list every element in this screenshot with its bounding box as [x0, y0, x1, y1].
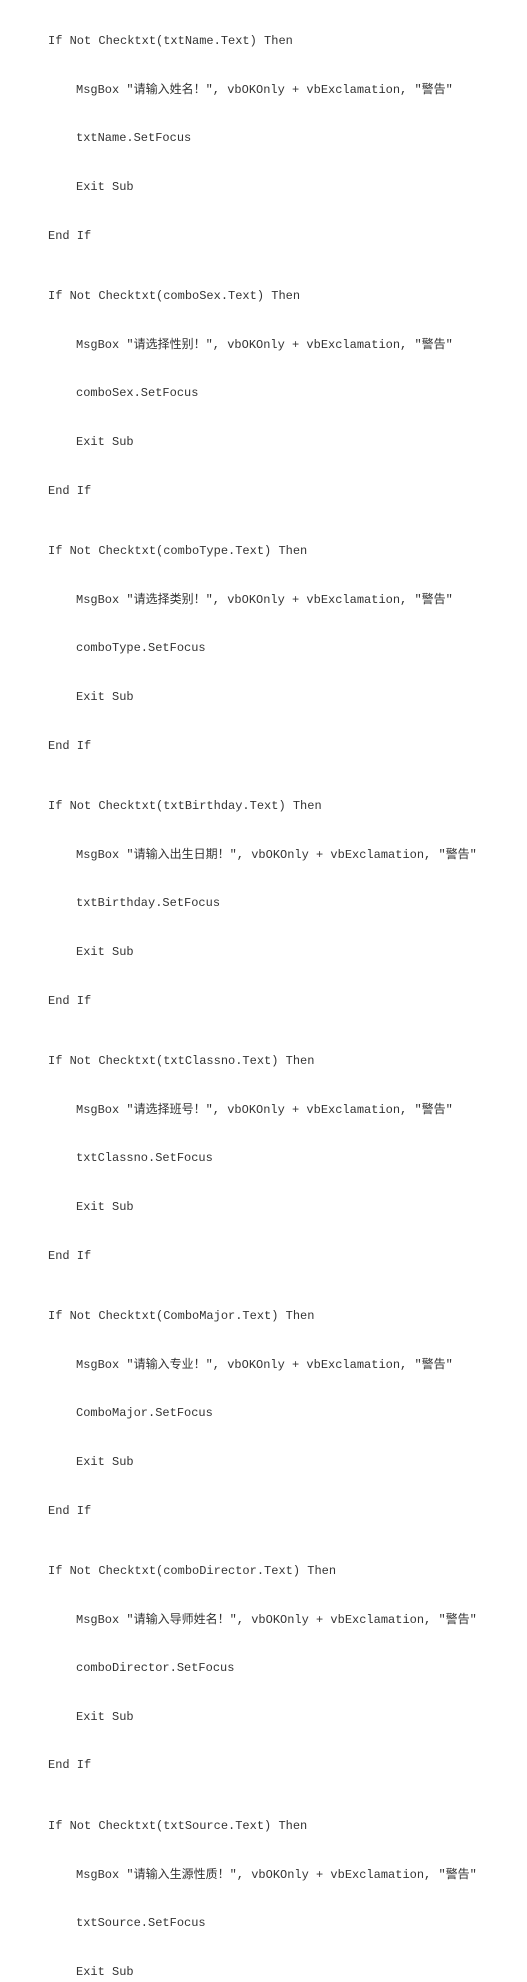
code-line: Exit Sub	[48, 685, 527, 710]
code-line: End If	[48, 988, 527, 1013]
code-line: comboSex.SetFocus	[48, 381, 527, 406]
code-line: End If	[48, 223, 527, 248]
code-line: Exit Sub	[48, 940, 527, 965]
code-line: ComboMajor.SetFocus	[48, 1401, 527, 1426]
code-line: MsgBox "请输入出生日期！", vbOKOnly + vbExclamat…	[48, 843, 527, 868]
code-container: If Not Checktxt(txtName.Text) Then MsgBo…	[48, 5, 527, 1982]
code-line: comboDirector.SetFocus	[48, 1656, 527, 1681]
code-line: Exit Sub	[48, 1705, 527, 1730]
code-line: If Not Checktxt(txtBirthday.Text) Then	[48, 794, 527, 819]
code-line: If Not Checktxt(txtClassno.Text) Then	[48, 1049, 527, 1074]
code-line: MsgBox "请选择类别！", vbOKOnly + vbExclamatio…	[48, 588, 527, 613]
code-line: End If	[48, 478, 527, 503]
code-line: Exit Sub	[48, 1450, 527, 1475]
code-line: Exit Sub	[48, 175, 527, 200]
code-line: MsgBox "请输入生源性质！", vbOKOnly + vbExclamat…	[48, 1862, 527, 1887]
code-line: If Not Checktxt(comboSex.Text) Then	[48, 284, 527, 309]
code-line: If Not Checktxt(txtName.Text) Then	[48, 29, 527, 54]
code-line: MsgBox "请输入专业！", vbOKOnly + vbExclamatio…	[48, 1352, 527, 1377]
code-line: MsgBox "请选择班号！", vbOKOnly + vbExclamatio…	[48, 1097, 527, 1122]
code-line: End If	[48, 1243, 527, 1268]
code-line: MsgBox "请输入姓名！", vbOKOnly + vbExclamatio…	[48, 78, 527, 103]
code-line: Exit Sub	[48, 1195, 527, 1220]
code-line: comboType.SetFocus	[48, 636, 527, 661]
code-line: txtSource.SetFocus	[48, 1911, 527, 1936]
code-line: If Not Checktxt(comboType.Text) Then	[48, 539, 527, 564]
code-line: End If	[48, 733, 527, 758]
code-line: txtName.SetFocus	[48, 126, 527, 151]
code-line: MsgBox "请选择性别！", vbOKOnly + vbExclamatio…	[48, 333, 527, 358]
code-line: End If	[48, 1753, 527, 1778]
code-line: Exit Sub	[48, 1960, 527, 1982]
code-line: Exit Sub	[48, 430, 527, 455]
code-line: If Not Checktxt(comboDirector.Text) Then	[48, 1559, 527, 1584]
code-line: End If	[48, 1498, 527, 1523]
code-line: If Not Checktxt(ComboMajor.Text) Then	[48, 1304, 527, 1329]
code-line: If Not Checktxt(txtSource.Text) Then	[48, 1814, 527, 1839]
code-line: MsgBox "请输入导师姓名！", vbOKOnly + vbExclamat…	[48, 1607, 527, 1632]
code-line: txtBirthday.SetFocus	[48, 891, 527, 916]
code-line: txtClassno.SetFocus	[48, 1146, 527, 1171]
